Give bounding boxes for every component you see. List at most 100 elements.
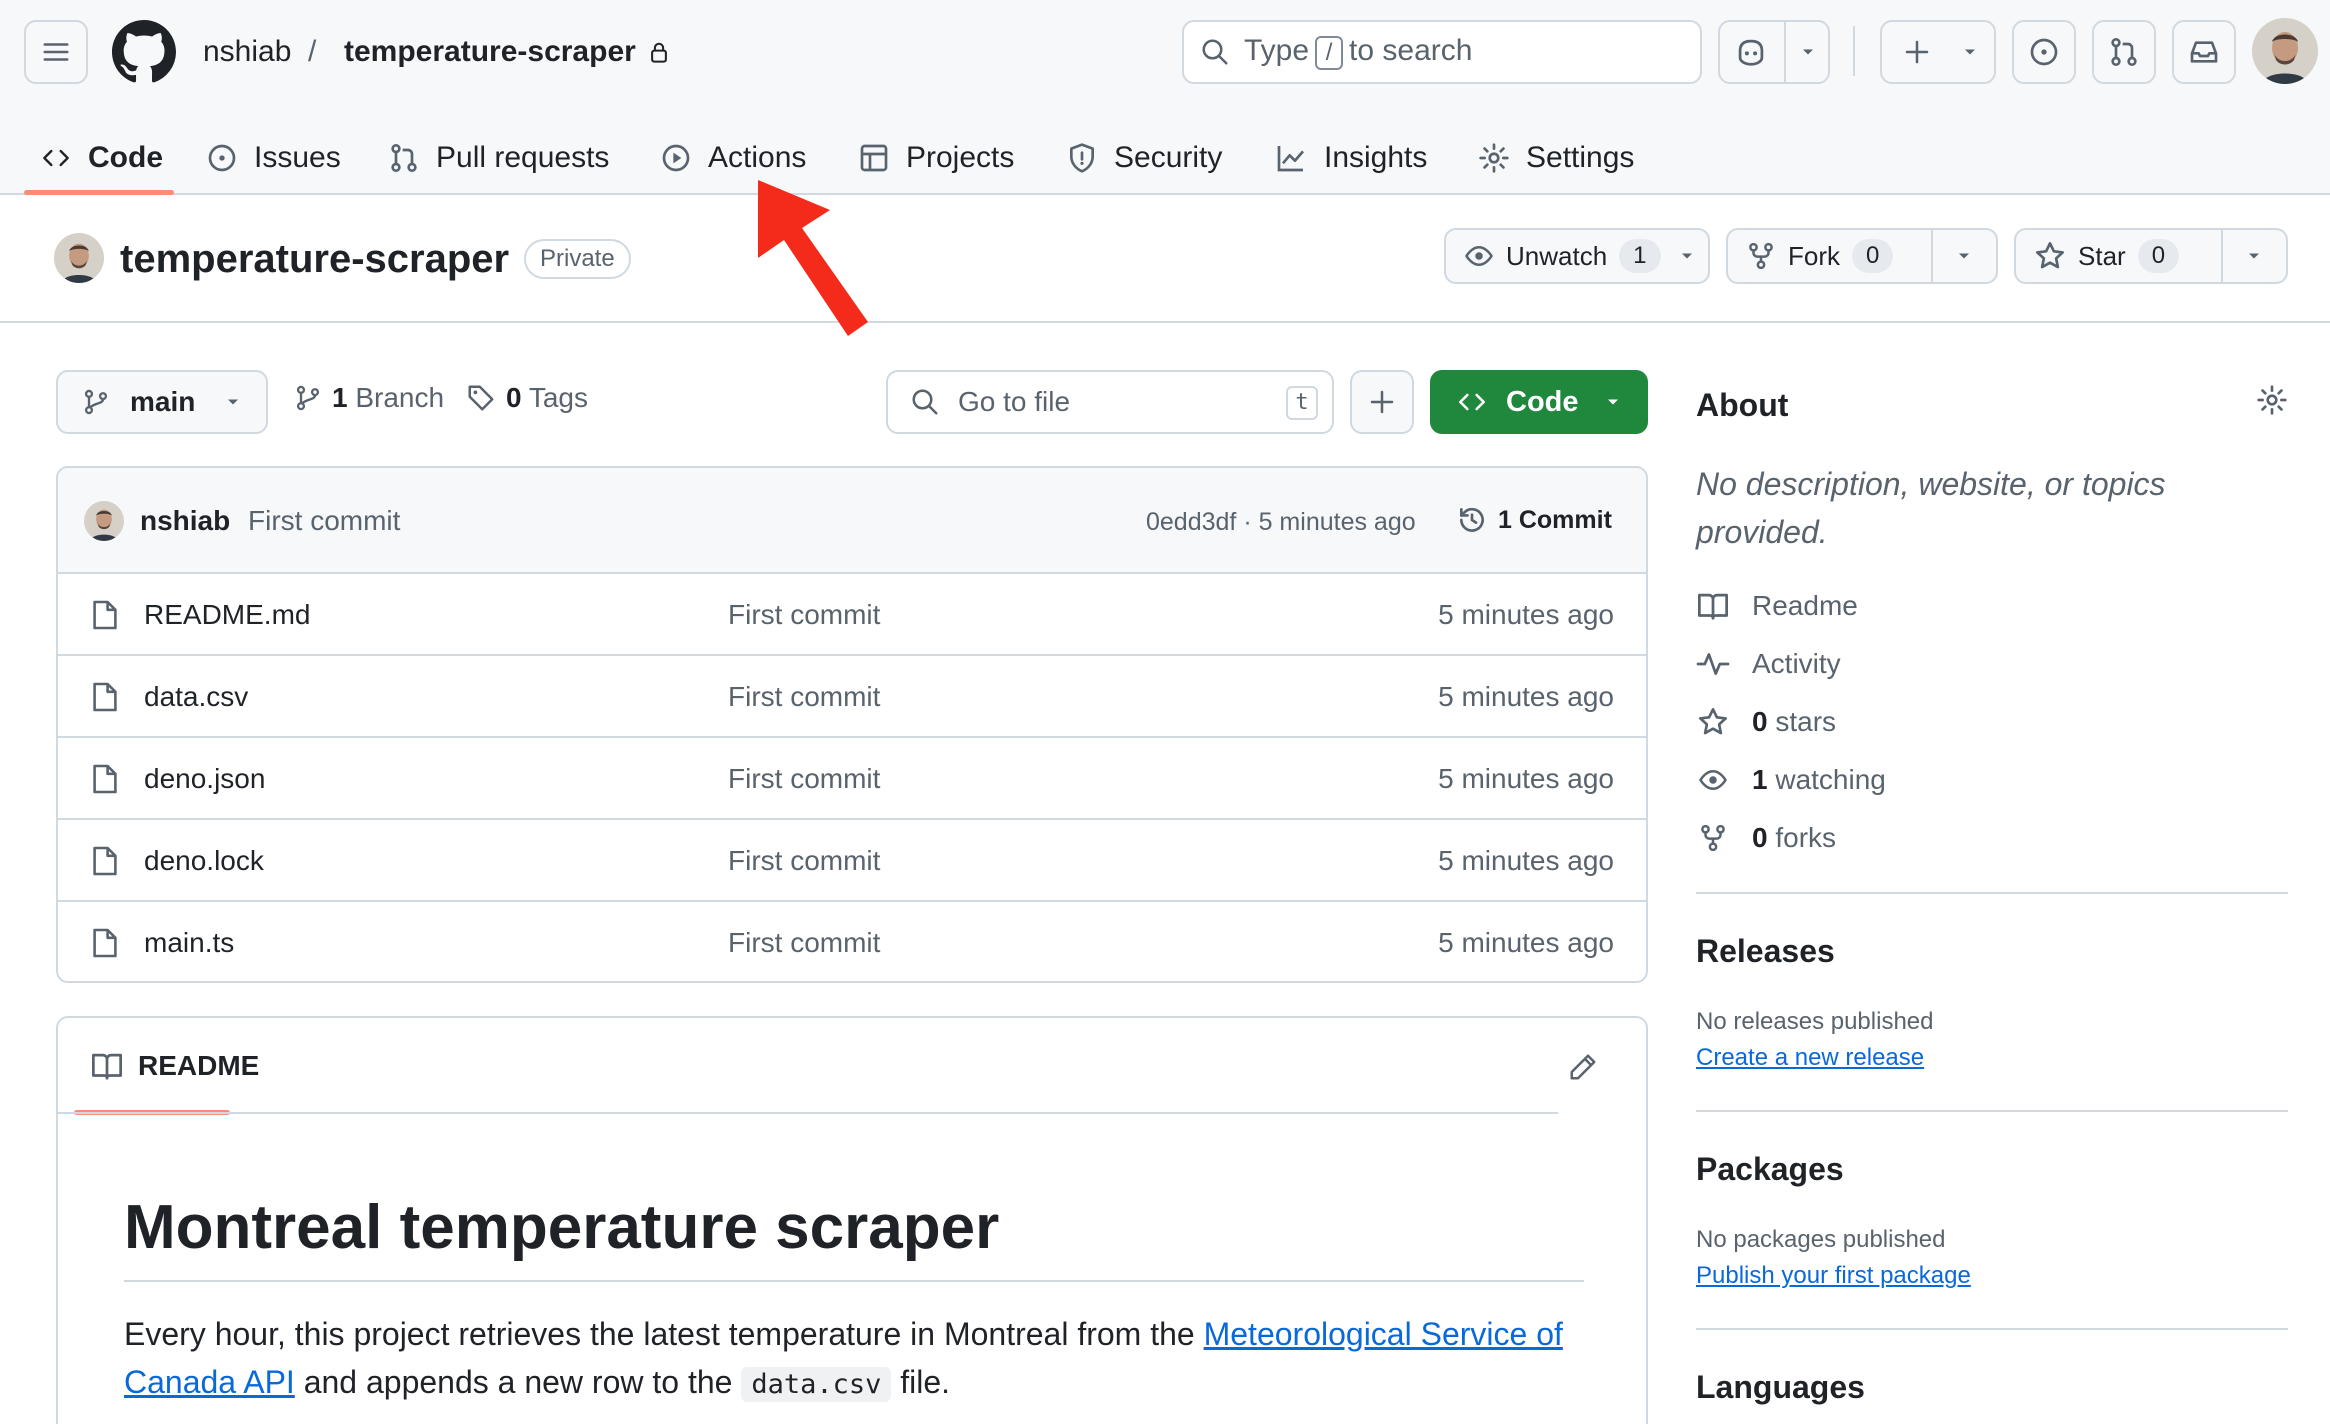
commit-message[interactable]: First commit [248, 504, 400, 538]
create-new-button[interactable] [1880, 20, 1996, 84]
file-browser: nshiab First commit 0edd3df · 5 minutes … [56, 466, 1648, 983]
star-dropdown[interactable] [2220, 230, 2286, 282]
tab-code[interactable]: Code [40, 120, 163, 195]
file-name[interactable]: deno.json [144, 762, 265, 796]
file-row[interactable]: main.ts First commit 5 minutes ago [58, 900, 1646, 981]
go-to-file-placeholder: Go to file [958, 386, 1071, 417]
readme-tab[interactable]: README [90, 1048, 259, 1084]
file-icon [93, 928, 117, 958]
tab-settings[interactable]: Settings [1478, 120, 1634, 195]
search-placeholder: Type / to search [1244, 34, 1472, 70]
sidebar-item-stars[interactable]: 0 stars [1696, 704, 1836, 740]
tab-settings-label: Settings [1526, 140, 1635, 174]
code-dropdown-button[interactable]: Code [1430, 370, 1648, 434]
code-icon [43, 149, 69, 166]
add-file-button[interactable] [1350, 370, 1414, 434]
tab-security-label: Security [1114, 140, 1223, 174]
commit-history-link[interactable]: 1 Commit [1456, 502, 1612, 538]
publish-package-link[interactable]: Publish your first package [1696, 1260, 1971, 1292]
releases-empty-text: No releases published [1696, 1008, 1934, 1035]
repo-name[interactable]: temperature-scraper [120, 234, 509, 284]
gear-icon[interactable] [2256, 384, 2288, 416]
issues-header-button[interactable] [2012, 20, 2076, 84]
readme-header-divider [58, 1112, 1558, 1114]
branch-selector[interactable]: main [56, 370, 268, 434]
packages-title[interactable]: Packages [1696, 1148, 1844, 1190]
sidebar-divider [1696, 1110, 2288, 1112]
pull-requests-header-button[interactable] [2092, 20, 2156, 84]
tab-pull-requests-label: Pull requests [436, 140, 610, 174]
commit-meta[interactable]: 0edd3df · 5 minutes ago [1146, 506, 1416, 538]
github-logo-icon[interactable] [112, 20, 176, 84]
repo-owner-avatar[interactable] [54, 233, 104, 283]
search-input[interactable]: Type / to search [1182, 20, 1702, 84]
releases-title[interactable]: Releases [1696, 930, 1835, 972]
tab-issues-label: Issues [254, 140, 341, 174]
file-commit-message[interactable]: First commit [728, 926, 880, 960]
branch-icon [296, 385, 320, 411]
watch-label: Unwatch [1506, 240, 1608, 271]
tags-count: 0 [506, 382, 522, 413]
forks-label: forks [1767, 822, 1837, 853]
readme-paragraph: Every hour, this project retrieves the l… [124, 1316, 1563, 1402]
user-avatar[interactable] [2252, 18, 2318, 84]
file-name[interactable]: main.ts [144, 926, 234, 960]
forks-count: 0 [1752, 822, 1768, 853]
tab-issues[interactable]: Issues [206, 120, 341, 195]
file-commit-time: 5 minutes ago [1438, 927, 1614, 958]
pencil-icon[interactable] [1568, 1052, 1598, 1082]
file-row[interactable]: deno.lock First commit 5 minutes ago [58, 818, 1646, 900]
file-icon [93, 600, 117, 630]
book-icon [92, 1053, 122, 1080]
about-title: About [1696, 387, 1789, 423]
issue-icon [2030, 38, 2058, 66]
readme-panel: README Montreal temperature scraper Ever… [56, 1016, 1648, 1424]
sidebar-item-forks[interactable]: 0 forks [1696, 820, 1836, 856]
tags-label: Tags [528, 382, 589, 413]
sidebar-item-activity[interactable]: Activity [1696, 646, 1841, 682]
star-label: Star [2078, 240, 2126, 271]
branches-link[interactable]: 1 Branch [294, 382, 444, 414]
breadcrumb-owner[interactable]: nshiab [203, 32, 291, 72]
inbox-button[interactable] [2172, 20, 2236, 84]
fork-icon [1749, 242, 1773, 270]
file-commit-message[interactable]: First commit [728, 598, 880, 632]
tab-security[interactable]: Security [1066, 120, 1222, 195]
sidebar-item-watching[interactable]: 1 watching [1696, 762, 1886, 798]
star-icon [2036, 242, 2064, 269]
commit-author[interactable]: nshiab [140, 504, 230, 538]
go-to-file-input[interactable]: Go to file t [886, 370, 1334, 434]
watch-count: 1 [1619, 239, 1661, 273]
file-row[interactable]: data.csv First commit 5 minutes ago [58, 654, 1646, 736]
tab-projects[interactable]: Projects [858, 120, 1014, 195]
file-commit-message[interactable]: First commit [728, 844, 880, 878]
branch-icon [84, 389, 108, 415]
watch-button[interactable]: Unwatch 1 [1444, 228, 1710, 284]
fork-dropdown[interactable] [1930, 230, 1996, 282]
file-commit-time: 5 minutes ago [1438, 845, 1614, 876]
hamburger-icon [43, 43, 69, 61]
file-commit-message[interactable]: First commit [728, 762, 880, 796]
copilot-button[interactable] [1718, 20, 1830, 84]
play-icon [662, 144, 690, 171]
file-name[interactable]: deno.lock [144, 844, 264, 878]
file-row[interactable]: deno.json First commit 5 minutes ago [58, 736, 1646, 818]
tags-link[interactable]: 0 Tags [466, 382, 588, 414]
fork-button[interactable]: Fork 0 [1726, 228, 1998, 284]
tab-insights[interactable]: Insights [1274, 120, 1427, 195]
create-release-link[interactable]: Create a new release [1696, 1042, 1924, 1074]
file-name[interactable]: data.csv [144, 680, 248, 714]
menu-button[interactable] [24, 20, 88, 84]
plus-icon [1370, 390, 1394, 414]
visibility-badge: Private [524, 239, 631, 279]
breadcrumb-repo[interactable]: temperature-scraper [344, 32, 670, 72]
tab-pull-requests[interactable]: Pull requests [388, 120, 609, 195]
sidebar-item-readme[interactable]: Readme [1696, 588, 1858, 624]
file-row[interactable]: README.md First commit 5 minutes ago [58, 572, 1646, 654]
watching-count: 1 [1752, 764, 1768, 795]
commit-author-avatar[interactable] [84, 501, 124, 541]
star-button[interactable]: Star 0 [2014, 228, 2288, 284]
file-commit-message[interactable]: First commit [728, 680, 880, 714]
file-name[interactable]: README.md [144, 598, 310, 632]
table-icon [860, 144, 888, 171]
